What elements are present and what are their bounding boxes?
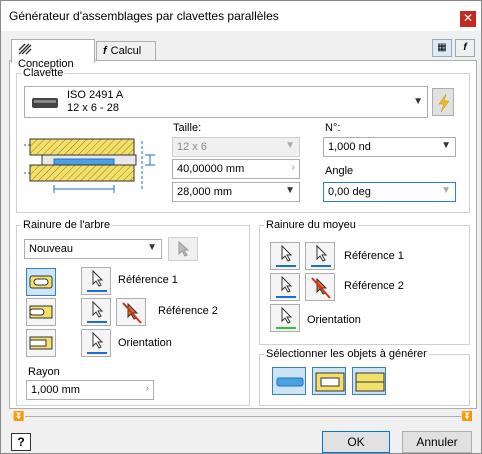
- rayon-value: 1,000 mm: [31, 384, 80, 396]
- chevron-down-icon: ▼: [285, 185, 295, 196]
- design-guide-button[interactable]: ▦: [432, 39, 452, 57]
- double-chevron-down-icon: ⏬: [13, 411, 25, 421]
- expand-toggle[interactable]: ⏬ ⏬: [9, 411, 477, 423]
- help-icon: ?: [17, 435, 25, 449]
- ok-button[interactable]: OK: [322, 431, 390, 453]
- angle-select[interactable]: 0,00 deg ▼: [323, 182, 456, 202]
- shaft-reference1-button[interactable]: [81, 267, 111, 295]
- design-guide-icon: ▦: [437, 42, 447, 53]
- rayon-label: Rayon: [28, 366, 60, 378]
- generate-hub-groove-button[interactable]: [352, 367, 386, 395]
- number-label: N°:: [325, 122, 341, 134]
- chevron-down-icon: ▼: [413, 96, 423, 107]
- cursor-icon: [311, 244, 331, 267]
- hub-reference1-button[interactable]: [270, 242, 300, 270]
- number-select[interactable]: 1,000 nd ▼: [323, 137, 456, 157]
- cursor-icon: [276, 275, 296, 298]
- groove-type-rounded-button[interactable]: [26, 268, 56, 296]
- shaft-reference2-label: Référence 2: [158, 305, 218, 317]
- groove-square-icon: [29, 336, 53, 350]
- help-button[interactable]: ?: [11, 433, 31, 451]
- key-dimensions: 12 x 6 - 28: [67, 102, 119, 114]
- hub-groove-legend: Rainure du moyeu: [266, 219, 356, 231]
- shaft-select-button[interactable]: [168, 237, 198, 261]
- shaft-reference1-label: Référence 1: [118, 274, 178, 286]
- shaft-orientation-label: Orientation: [118, 337, 172, 349]
- groove-type-half-button[interactable]: [26, 298, 56, 326]
- calculation-button[interactable]: f: [455, 39, 475, 57]
- double-chevron-down-icon: ⏬: [461, 411, 473, 421]
- shaft-mode-value: Nouveau: [29, 243, 74, 255]
- hub-orientation-label: Orientation: [307, 314, 361, 326]
- cursor-icon: [87, 269, 107, 292]
- hub-groove-icon: [355, 372, 385, 392]
- key-standard: ISO 2491 A: [67, 89, 124, 101]
- cancel-button[interactable]: Annuler: [402, 431, 472, 453]
- key-type-select[interactable]: ISO 2491 A 12 x 6 - 28 ▼: [24, 86, 428, 118]
- shaft-orientation-button[interactable]: [81, 329, 111, 357]
- conception-panel: Clavette ISO 2491 A 12 x 6 - 28 ▼ Taille…: [9, 60, 477, 409]
- groove-type-square-button[interactable]: [26, 329, 56, 357]
- design-tab-icon: [18, 43, 32, 58]
- hub-reference2-label: Référence 2: [344, 280, 404, 292]
- rayon-input[interactable]: 1,000 mm ›: [26, 380, 154, 400]
- key-section-preview: [24, 131, 164, 201]
- shaft-groove-icon: [315, 372, 345, 392]
- cursor-icon: [276, 244, 296, 267]
- hub-orientation-button[interactable]: [270, 304, 300, 332]
- number-value: 1,000 nd: [328, 141, 371, 153]
- cursor-icon: [177, 240, 191, 260]
- key-connection-dialog: Générateur d'assemblages par clavettes p…: [0, 0, 482, 454]
- lightning-icon: [438, 93, 450, 115]
- groove-half-icon: [29, 305, 53, 319]
- hub-reference2-button[interactable]: [270, 273, 300, 301]
- hub-reference2-clear-button[interactable]: [305, 273, 335, 301]
- taille-value: 12 x 6: [177, 141, 207, 153]
- generate-objects-legend: Sélectionner les objets à générer: [266, 348, 427, 360]
- length-input[interactable]: 40,00000 mm ›: [172, 159, 300, 179]
- chevron-down-icon: ▼: [147, 242, 157, 253]
- shaft-reference2-button[interactable]: [81, 298, 111, 326]
- cursor-icon: [87, 300, 107, 323]
- chevron-right-icon: ›: [291, 162, 295, 173]
- window-title: Générateur d'assemblages par clavettes p…: [9, 9, 279, 23]
- tab-calcul-label: Calcul: [110, 45, 142, 57]
- function-tab-icon: f: [103, 45, 107, 58]
- chevron-down-icon: ▼: [441, 140, 451, 151]
- angle-label: Angle: [325, 165, 354, 177]
- taille-label: Taille:: [173, 122, 202, 134]
- key-length-select[interactable]: 28,000 mm ▼: [172, 182, 300, 202]
- cursor-icon: [87, 331, 107, 354]
- cursor-icon: [276, 306, 296, 329]
- lightning-button[interactable]: [432, 88, 454, 116]
- chevron-down-icon: ▼: [285, 140, 295, 151]
- hub-reference1-alt-button[interactable]: [305, 242, 335, 270]
- length-value: 40,00000 mm: [177, 163, 245, 175]
- hub-reference1-label: Référence 1: [344, 250, 404, 262]
- generate-key-button[interactable]: [272, 367, 306, 395]
- taille-select[interactable]: 12 x 6 ▼: [172, 137, 300, 157]
- tab-conception[interactable]: Conception: [11, 39, 95, 70]
- function-icon: f: [463, 42, 467, 53]
- shaft-mode-select[interactable]: Nouveau ▼: [24, 239, 162, 259]
- generate-shaft-groove-button[interactable]: [312, 367, 346, 395]
- angle-value: 0,00 deg: [328, 186, 371, 198]
- shaft-groove-legend: Rainure de l'arbre: [23, 219, 111, 231]
- close-button[interactable]: ✕: [460, 11, 476, 27]
- title-bar: Générateur d'assemblages par clavettes p…: [1, 1, 481, 31]
- shaft-reference2-clear-button[interactable]: [116, 298, 146, 326]
- key-length-value: 28,000 mm: [177, 186, 233, 198]
- tab-conception-label: Conception: [18, 58, 74, 70]
- clear-selection-icon: [122, 302, 142, 324]
- key-icon: [276, 377, 304, 387]
- chevron-right-icon: ›: [145, 383, 149, 394]
- clear-selection-icon: [311, 277, 331, 299]
- key-icon: [31, 96, 59, 113]
- groove-rounded-icon: [29, 275, 53, 289]
- chevron-down-icon: ▼: [441, 185, 451, 196]
